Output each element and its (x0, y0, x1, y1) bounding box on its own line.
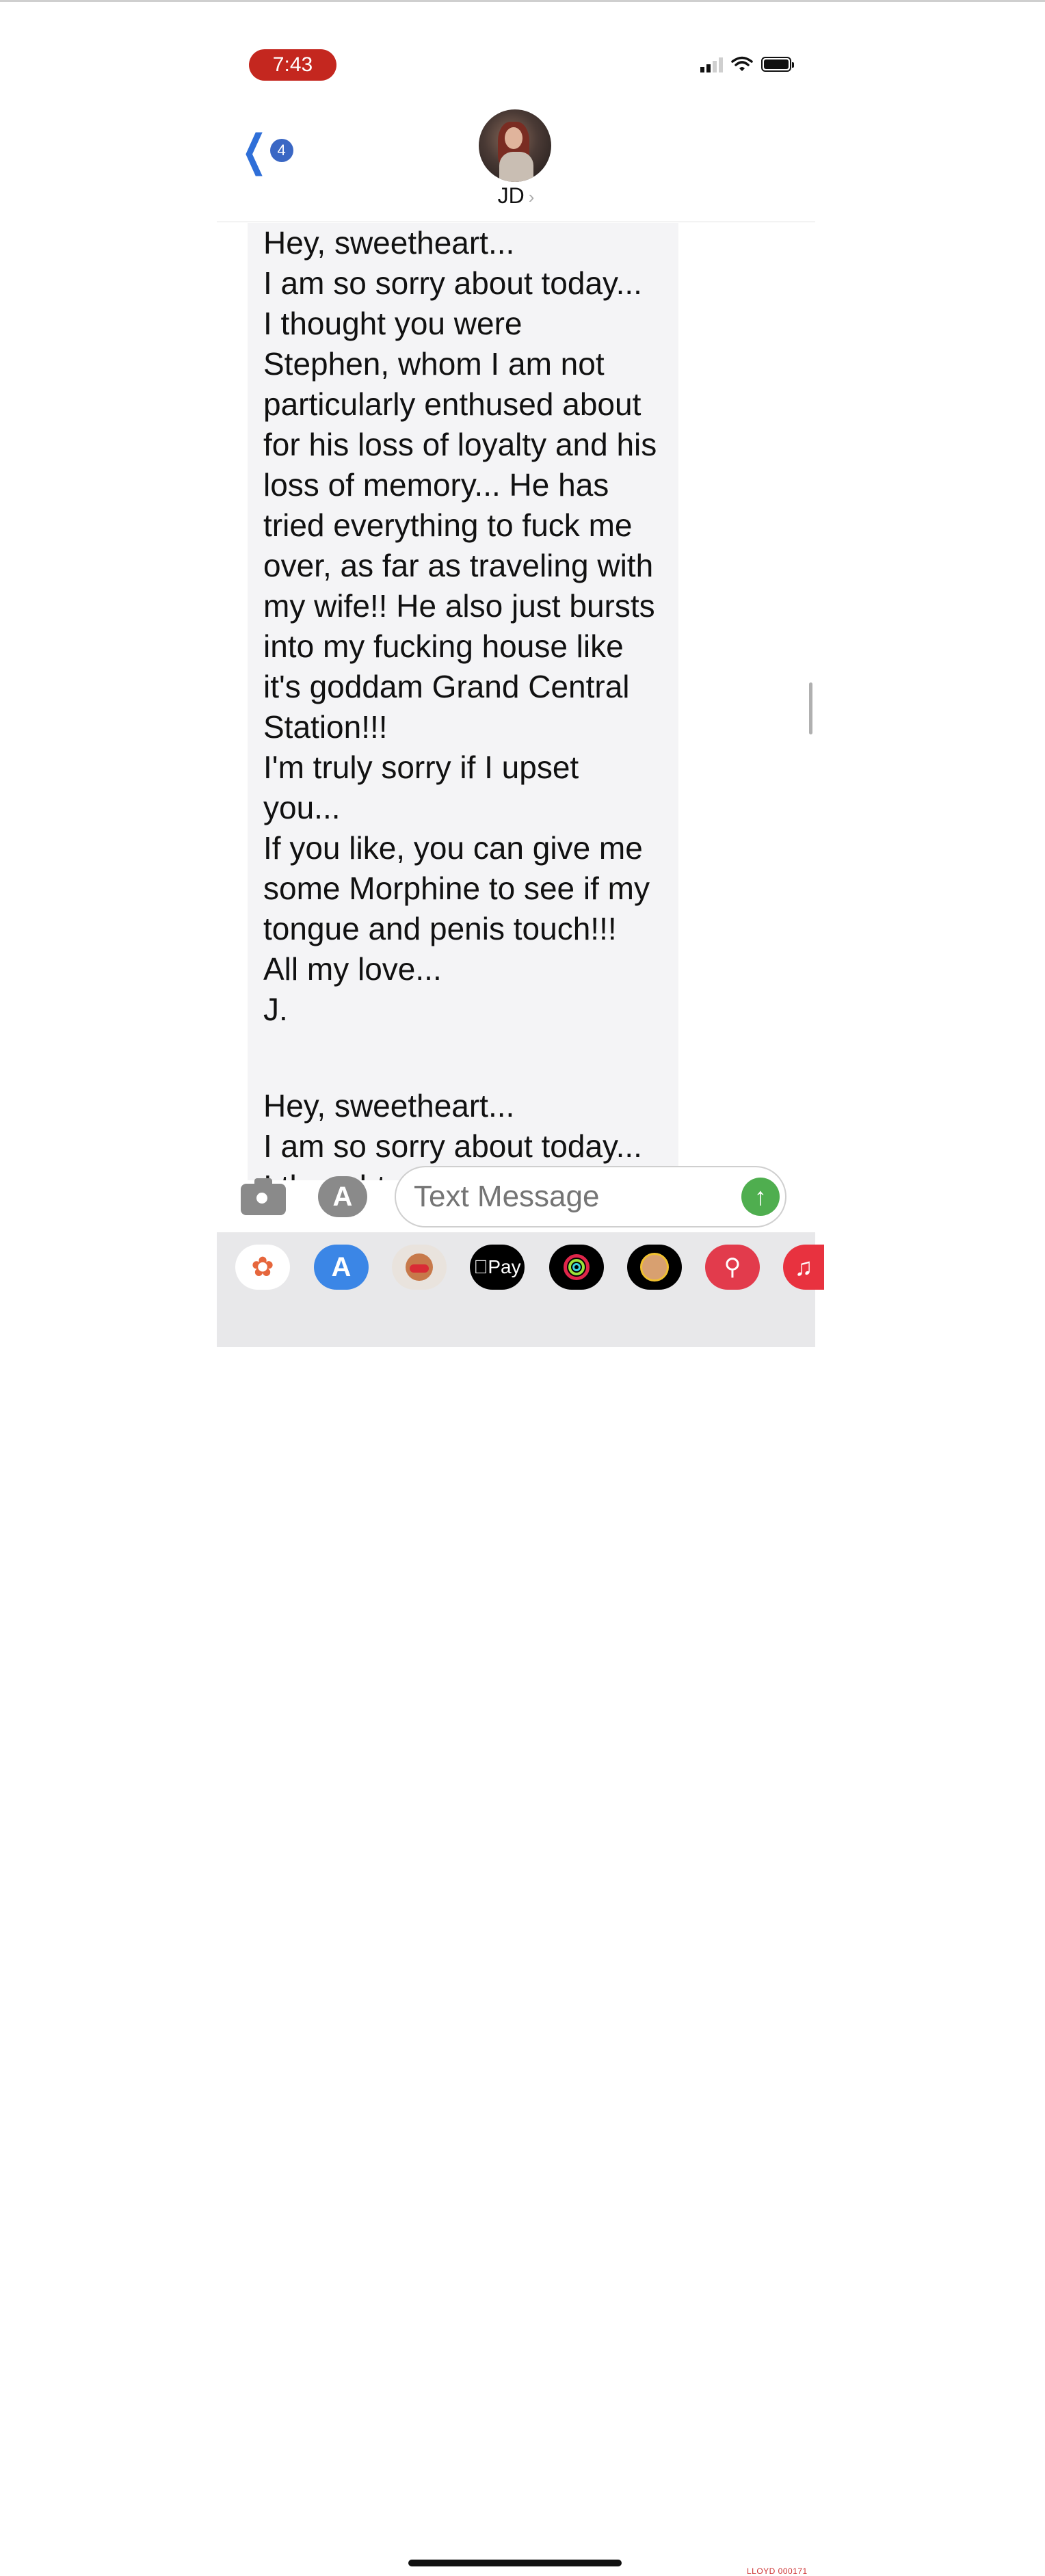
home-indicator[interactable] (408, 2560, 622, 2566)
status-time[interactable]: 7:43 (249, 49, 336, 81)
apple-pay-icon[interactable]: Pay (470, 1245, 525, 1290)
photos-icon[interactable]: ✿ (235, 1245, 290, 1290)
camera-icon (254, 1191, 269, 1206)
music-icon[interactable]: ♫ (783, 1245, 824, 1290)
bates-stamp: LLOYD 000171 (747, 2566, 808, 2576)
contact-name-button[interactable]: JD › (217, 183, 815, 209)
message-input[interactable] (395, 1166, 786, 1227)
contact-avatar[interactable] (479, 109, 551, 182)
camera-button[interactable] (241, 1178, 286, 1215)
image-search-icon[interactable]: ⚲ (705, 1245, 760, 1290)
app-store-icon[interactable]: A (314, 1245, 369, 1290)
app-drawer: ✿ A Pay ⚲ ♫ LLOYD 000171 (217, 1232, 824, 2576)
phone-screen: 7:43 ❮ 4 JD › Hey, sweetheart... I am so … (217, 27, 824, 2576)
chevron-right-icon: › (528, 187, 535, 207)
status-icons (700, 56, 794, 72)
battery-icon (761, 57, 794, 72)
app-store-icon: A (332, 1181, 353, 1212)
unread-count-badge: 4 (269, 139, 293, 162)
memoji-icon[interactable] (392, 1245, 447, 1290)
conversation-view[interactable]: Hey, sweetheart... I am so sorry about t… (217, 223, 815, 1180)
scrollbar[interactable] (809, 682, 812, 734)
apps-button[interactable]: A (318, 1176, 367, 1217)
activity-rings-icon[interactable] (549, 1245, 604, 1290)
contact-name: JD (497, 183, 525, 208)
animoji-icon[interactable] (627, 1245, 682, 1290)
back-button[interactable]: ❮ 4 (236, 129, 293, 172)
chevron-left-icon: ❮ (241, 126, 267, 175)
cellular-signal-icon (700, 56, 723, 72)
page-top-rule (0, 0, 1045, 2)
wifi-icon (731, 56, 753, 71)
message-text-1: Hey, sweetheart... I am so sorry about t… (263, 225, 657, 1027)
send-button[interactable]: ↑ (741, 1178, 780, 1216)
arrow-up-icon: ↑ (754, 1182, 767, 1210)
